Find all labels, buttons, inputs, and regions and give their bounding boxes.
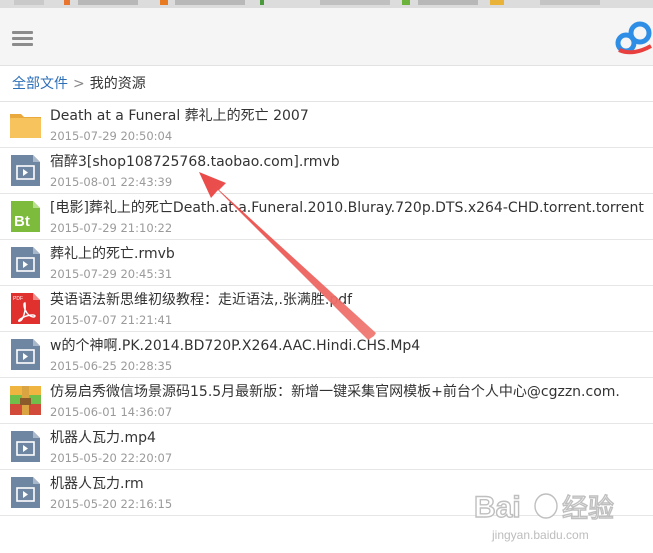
file-name[interactable]: 机器人瓦力.rm [50, 474, 144, 494]
top-bar [0, 8, 653, 66]
file-time: 2015-07-29 21:10:22 [50, 221, 173, 235]
file-time: 2015-07-07 21:21:41 [50, 313, 173, 327]
breadcrumb-current: 我的资源 [89, 76, 146, 92]
file-time: 2015-07-29 20:50:04 [50, 129, 173, 143]
video-file-icon [9, 154, 42, 187]
file-row[interactable]: Death at a Funeral 葬礼上的死亡 2007 2015-07-2… [0, 102, 653, 148]
file-time: 2015-06-25 20:28:35 [50, 359, 173, 373]
video-file-icon [9, 476, 42, 509]
breadcrumb-separator: > [73, 76, 85, 92]
file-time: 2015-06-01 14:36:07 [50, 405, 173, 419]
file-row[interactable]: 机器人瓦力.mp4 2015-05-20 22:20:07 [0, 424, 653, 470]
file-row[interactable]: 葬礼上的死亡.rmvb 2015-07-29 20:45:31 [0, 240, 653, 286]
file-row[interactable]: w的个神啊.PK.2014.BD720P.X264.AAC.Hindi.CHS.… [0, 332, 653, 378]
breadcrumb: 全部文件 > 我的资源 [12, 74, 146, 94]
file-name[interactable]: 英语语法新思维初级教程：走近语法,.张满胜.pdf [50, 290, 352, 310]
file-time: 2015-05-20 22:16:15 [50, 497, 173, 511]
file-name[interactable]: 宿醉3[shop108725768.taobao.com].rmvb [50, 152, 340, 172]
file-row[interactable]: 宿醉3[shop108725768.taobao.com].rmvb 2015-… [0, 148, 653, 194]
pdf-file-icon [9, 292, 42, 325]
folder-icon [9, 108, 42, 141]
breadcrumb-home-link[interactable]: 全部文件 [12, 76, 68, 92]
file-name[interactable]: 仿易启秀微信场景源码15.5月最新版：新增一键采集官网模板+前台个人中心@cgz… [50, 382, 620, 402]
hamburger-menu-icon[interactable] [12, 31, 33, 47]
file-name[interactable]: [电影]葬礼上的死亡Death.at.a.Funeral.2010.Bluray… [50, 198, 644, 218]
file-time: 2015-05-20 22:20:07 [50, 451, 173, 465]
archive-file-icon [9, 384, 42, 417]
file-list: Death at a Funeral 葬礼上的死亡 2007 2015-07-2… [0, 101, 653, 516]
file-name[interactable]: w的个神啊.PK.2014.BD720P.X264.AAC.Hindi.CHS.… [50, 336, 420, 356]
torrent-file-icon [9, 200, 42, 233]
browser-tab-strip [0, 0, 653, 8]
file-time: 2015-08-01 22:43:39 [50, 175, 173, 189]
file-name[interactable]: Death at a Funeral 葬礼上的死亡 2007 [50, 106, 309, 126]
file-row[interactable]: 仿易启秀微信场景源码15.5月最新版：新增一键采集官网模板+前台个人中心@cgz… [0, 378, 653, 424]
video-file-icon [9, 338, 42, 371]
baidu-cloud-logo-icon [615, 21, 652, 55]
file-time: 2015-07-29 20:45:31 [50, 267, 173, 281]
file-row[interactable]: 英语语法新思维初级教程：走近语法,.张满胜.pdf 2015-07-07 21:… [0, 286, 653, 332]
video-file-icon [9, 430, 42, 463]
file-name[interactable]: 葬礼上的死亡.rmvb [50, 244, 175, 264]
svg-text:jingyan.baidu.com: jingyan.baidu.com [491, 528, 589, 542]
file-row[interactable]: 机器人瓦力.rm 2015-05-20 22:16:15 [0, 470, 653, 516]
video-file-icon [9, 246, 42, 279]
file-name[interactable]: 机器人瓦力.mp4 [50, 428, 156, 448]
file-row[interactable]: [电影]葬礼上的死亡Death.at.a.Funeral.2010.Bluray… [0, 194, 653, 240]
